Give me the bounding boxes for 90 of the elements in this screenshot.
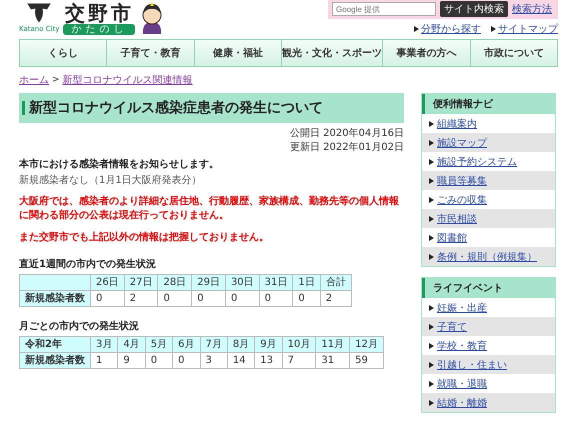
table-cell: 2: [320, 290, 352, 306]
sidebar-link[interactable]: ごみの収集: [437, 192, 487, 206]
table-caption: 直近1週間の市内での発生状況: [19, 257, 157, 271]
breadcrumb-separator: >: [52, 75, 60, 85]
header-link[interactable]: サイトマップ: [498, 22, 558, 36]
table-header-cell: 5月: [145, 336, 173, 352]
table-header-cell: 28日: [158, 274, 192, 290]
table-row-header: 新規感染者数: [20, 352, 90, 368]
table-cell: 9: [118, 352, 146, 368]
table-cell: 0: [172, 352, 200, 368]
table-header-cell: 29日: [192, 274, 226, 290]
nav-tab[interactable]: 子育て・教育: [106, 40, 194, 66]
triangle-icon: [429, 342, 434, 348]
table-cell: 0: [292, 290, 320, 306]
triangle-icon: [429, 324, 434, 330]
table-header-cell: 7月: [200, 336, 228, 352]
search-field[interactable]: Google 提供: [332, 2, 436, 16]
lead-text: 本市における感染者情報をお知らせします。: [19, 157, 220, 171]
nav-tab[interactable]: 市政について: [470, 40, 558, 66]
notice-text: 大阪府では、感染者のより詳細な居住地、行動履歴、家族構成、勤務先等の個人情報に関わる部分の公表は現在行っておりません。: [19, 195, 400, 223]
nav-tab[interactable]: 観光・文化・スポーツ: [281, 40, 382, 66]
table-header-cell: 30日: [225, 274, 260, 290]
search-help-link[interactable]: 検索方法: [512, 2, 552, 16]
nav-tab[interactable]: くらし: [20, 40, 106, 66]
triangle-icon: [429, 234, 434, 240]
triangle-icon: [429, 120, 434, 126]
table-cell: 0: [225, 290, 260, 306]
table-cell: 14: [227, 352, 255, 368]
table-header-cell: 合計: [320, 274, 352, 290]
sidebar-link[interactable]: 妊娠・出産: [437, 300, 487, 314]
table-row-header: 新規感染者数: [20, 290, 90, 306]
table-cell: 1: [90, 352, 118, 368]
sidebar-link[interactable]: 子育て: [437, 320, 467, 334]
sidebar-link[interactable]: 組織案内: [437, 116, 477, 130]
table-header-cell: 令和2年: [20, 336, 90, 352]
table-caption: 月ごとの市内での発生状況: [19, 319, 140, 333]
header-link[interactable]: 分野から探す: [421, 22, 481, 36]
triangle-icon: [491, 26, 496, 32]
triangle-icon: [429, 196, 434, 202]
table-cell: 31: [316, 352, 350, 368]
notice-text: また交野市でも上記以外の情報は把握しておりません。: [19, 231, 270, 245]
table-header-cell: 27日: [124, 274, 158, 290]
sidebar-link[interactable]: 学校・教育: [437, 338, 487, 352]
table-header-cell: 12月: [350, 336, 384, 352]
triangle-icon: [429, 254, 434, 260]
table-cell: 0: [192, 290, 226, 306]
table-header-cell: 9月: [254, 336, 282, 352]
status-text: 新規感染者なし（1月1日大阪府発表分）: [19, 174, 203, 187]
panel-title: ライフイベント: [422, 278, 555, 298]
breadcrumb-link[interactable]: ホーム: [19, 73, 49, 87]
table-header-cell: 1日: [292, 274, 320, 290]
table-cell: 0: [259, 290, 293, 306]
nav-tab[interactable]: 健康・福祉: [194, 40, 282, 66]
table-header-cell: 6月: [172, 336, 200, 352]
table-header-cell: 8月: [227, 336, 255, 352]
table-header-cell: 10月: [282, 336, 316, 352]
table-cell: 2: [124, 290, 158, 306]
table-header-cell: 11月: [316, 336, 350, 352]
nav-tab[interactable]: 事業者の方へ: [382, 40, 470, 66]
triangle-icon: [429, 400, 434, 406]
city-kana: かたのし: [63, 24, 136, 35]
triangle-icon: [429, 216, 434, 222]
site-search-button[interactable]: サイト内検索: [440, 1, 508, 17]
triangle-icon: [429, 178, 434, 184]
table-cell: 0: [145, 352, 173, 368]
table-cell: 3: [200, 352, 228, 368]
triangle-icon: [429, 362, 434, 368]
page-title: 新型コロナウイルス感染症患者の発生について: [19, 93, 404, 123]
table-header-cell: 4月: [118, 336, 146, 352]
table-cell: 13: [254, 352, 282, 368]
triangle-icon: [429, 380, 434, 386]
triangle-icon: [414, 26, 419, 32]
sidebar-link[interactable]: 図書館: [437, 230, 467, 244]
city-name: 交野市: [64, 2, 134, 24]
table-cell: 59: [350, 352, 384, 368]
triangle-icon: [429, 158, 434, 164]
table-cell: 0: [90, 290, 124, 306]
sidebar-link[interactable]: 施設予約システム: [437, 154, 517, 168]
sidebar-link[interactable]: 就職・退職: [437, 376, 487, 390]
triangle-icon: [429, 304, 434, 310]
breadcrumb-link[interactable]: 新型コロナウイルス関連情報: [62, 73, 193, 87]
table-cell: 7: [282, 352, 316, 368]
table-header-cell: 31日: [259, 274, 293, 290]
table-header-cell: 3月: [90, 336, 118, 352]
date-text: 公開日 2020年04月16日: [290, 127, 404, 140]
table-cell: 0: [158, 290, 192, 306]
panel-title: 便利情報ナビ: [422, 94, 555, 114]
triangle-icon: [429, 140, 434, 146]
date-text: 更新日 2022年01月02日: [290, 140, 404, 154]
table-header-cell: 26日: [90, 274, 124, 290]
